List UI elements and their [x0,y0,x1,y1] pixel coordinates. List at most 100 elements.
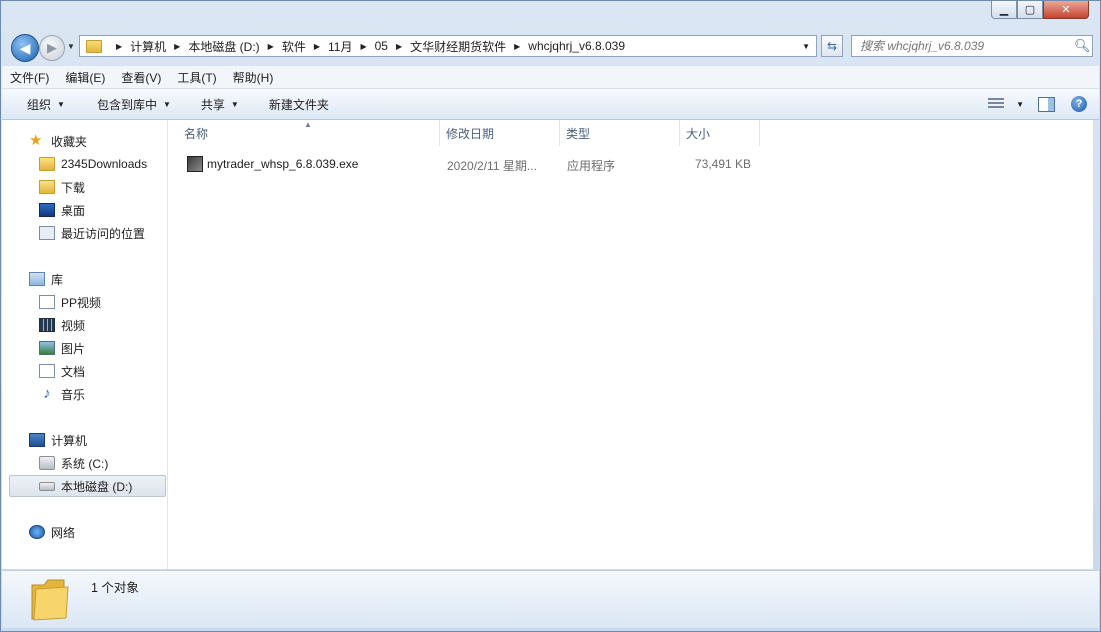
column-header-label: 名称 [184,126,209,141]
share-label: 共享 [200,97,225,112]
window-caption-buttons: ▁ ▢ ✕ [991,1,1089,19]
breadcrumb-05[interactable]: 05 [375,39,388,53]
application-icon [187,156,203,172]
recent-places-icon [39,226,55,240]
search-input[interactable] [852,38,1074,54]
explorer-window: ▁ ▢ ✕ ◀ ▶ ▼ ▶ 计算机 ▶ 本地磁盘 (D:) ▶ 软件 ▶ 11月… [0,0,1101,632]
close-button[interactable]: ✕ [1043,1,1089,19]
column-header-name[interactable]: 名称 [178,120,440,146]
search-box[interactable]: 🔍︎ [851,35,1093,57]
column-header-label: 修改日期 [446,126,495,141]
sidebar-item-desktop[interactable]: 桌面 [2,199,167,221]
sidebar-item-system-c[interactable]: 系统 (C:) [2,452,167,474]
address-history-dropdown[interactable]: ▼ [802,42,810,51]
menu-file[interactable]: 文件(F) [2,69,57,86]
sidebar-item-favorites[interactable]: ★ 收藏夹 [2,130,167,152]
sidebar-item-pictures[interactable]: 图片 [2,337,167,359]
table-row[interactable]: mytrader_whsp_6.8.039.exe 2020/2/11 星期..… [182,154,762,176]
preview-pane-icon[interactable] [1038,96,1055,112]
column-header-type[interactable]: 类型 [560,120,680,146]
column-header-size[interactable]: 大小 [680,120,760,146]
chevron-down-icon[interactable]: ▼ [1016,100,1024,109]
menu-help[interactable]: 帮助(H) [225,69,282,86]
organize-button[interactable]: 组织 ▼ [2,96,80,113]
sidebar-item-label: 网络 [51,525,76,540]
column-header-modified[interactable]: 修改日期 [440,120,560,146]
details-pane: 1 个对象 [2,570,1099,628]
chevron-right-icon[interactable]: ▶ [514,42,520,51]
back-button[interactable]: ◀ [11,34,39,62]
recent-pages-dropdown[interactable]: ▼ [67,42,75,51]
computer-icon [29,433,45,447]
breadcrumb: ▶ 计算机 ▶ 本地磁盘 (D:) ▶ 软件 ▶ 11月 ▶ 05 ▶ 文华财经… [108,38,625,55]
file-modified: 2020/2/11 星期... [447,159,537,173]
organize-label: 组织 [27,97,52,112]
breadcrumb-drive-d[interactable]: 本地磁盘 (D:) [188,38,259,55]
breadcrumb-november[interactable]: 11月 [328,38,352,55]
navigation-bar: ◀ ▶ ▼ ▶ 计算机 ▶ 本地磁盘 (D:) ▶ 软件 ▶ 11月 ▶ 05 … [9,34,1093,62]
new-folder-label: 新建文件夹 [268,97,329,112]
chevron-down-icon: ▼ [230,99,239,109]
breadcrumb-computer[interactable]: 计算机 [130,38,166,55]
breadcrumb-software[interactable]: 软件 [282,38,306,55]
chevron-right-icon[interactable]: ▶ [314,42,320,51]
sidebar-item-label: 桌面 [61,203,86,218]
menu-view[interactable]: 查看(V) [113,69,169,86]
sidebar-item-downloads[interactable]: 下载 [2,176,167,198]
maximize-button[interactable]: ▢ [1017,1,1043,19]
sidebar-item-label: 系统 (C:) [61,456,109,471]
chevron-right-icon[interactable]: ▶ [396,42,402,51]
sidebar-item-label: 2345Downloads [61,157,148,171]
sidebar-item-network[interactable]: 网络 [2,521,167,543]
library-icon [29,272,45,286]
sidebar-item-documents[interactable]: 文档 [2,360,167,382]
folder-icon [39,157,55,171]
download-folder-icon [39,180,55,194]
command-bar: 组织 ▼ 包含到库中 ▼ 共享 ▼ 新建文件夹 ▼ ? [2,89,1099,120]
chevron-down-icon: ▼ [57,99,65,109]
chevron-down-icon: ▼ [162,99,171,109]
search-icon[interactable]: 🔍︎ [1074,38,1092,54]
network-icon [29,525,45,539]
include-library-button[interactable]: 包含到库中 ▼ [80,96,186,113]
pp-video-icon [39,295,55,309]
address-bar[interactable]: ▶ 计算机 ▶ 本地磁盘 (D:) ▶ 软件 ▶ 11月 ▶ 05 ▶ 文华财经… [79,35,817,57]
sidebar-item-label: PP视频 [61,295,102,310]
sidebar-item-local-d[interactable]: 本地磁盘 (D:) [9,475,166,497]
item-count: 1 个对象 [91,581,139,595]
sidebar-item-computer[interactable]: 计算机 [2,429,167,451]
sidebar-item-libraries[interactable]: 库 [2,268,167,290]
breadcrumb-futures-software[interactable]: 文华财经期货软件 [410,38,506,55]
menu-edit[interactable]: 编辑(E) [57,69,113,86]
sidebar-item-label: 最近访问的位置 [61,226,146,241]
sidebar-item-label: 收藏夹 [51,134,88,149]
view-options-icon[interactable] [988,98,1005,110]
file-type: 应用程序 [567,159,616,173]
sidebar-item-2345downloads[interactable]: 2345Downloads [2,153,167,175]
new-folder-button[interactable]: 新建文件夹 [254,96,344,113]
arrow-left-icon: ◀ [19,39,31,56]
breadcrumb-current-folder[interactable]: whcjqhrj_v6.8.039 [528,39,625,53]
sidebar-item-label: 库 [51,272,64,287]
chevron-right-icon[interactable]: ▶ [268,42,274,51]
minimize-button[interactable]: ▁ [991,1,1017,19]
folder-icon [86,39,102,53]
chevron-right-icon[interactable]: ▶ [360,42,366,51]
sidebar-item-pp-video[interactable]: PP视频 [2,291,167,313]
sidebar-item-music[interactable]: ♪ 音乐 [2,383,167,405]
menu-bar: 文件(F) 编辑(E) 查看(V) 工具(T) 帮助(H) [2,66,1099,89]
folder-icon [31,579,69,621]
sidebar-item-recent[interactable]: 最近访问的位置 [2,222,167,244]
help-icon[interactable]: ? [1071,96,1087,112]
chevron-right-icon[interactable]: ▶ [174,42,180,51]
share-button[interactable]: 共享 ▼ [186,96,254,113]
refresh-button[interactable]: ⇆ [821,35,843,57]
menu-tools[interactable]: 工具(T) [169,69,224,86]
sidebar-item-videos[interactable]: 视频 [2,314,167,336]
refresh-icon: ⇆ [826,39,838,53]
file-list: ▲ 名称 修改日期 类型 大小 mytrader_whsp_6.8.039.ex… [168,120,1093,569]
forward-button[interactable]: ▶ [39,35,65,61]
sidebar-item-label: 图片 [61,341,86,356]
arrow-right-icon: ▶ [47,40,57,55]
chevron-right-icon[interactable]: ▶ [116,42,122,51]
